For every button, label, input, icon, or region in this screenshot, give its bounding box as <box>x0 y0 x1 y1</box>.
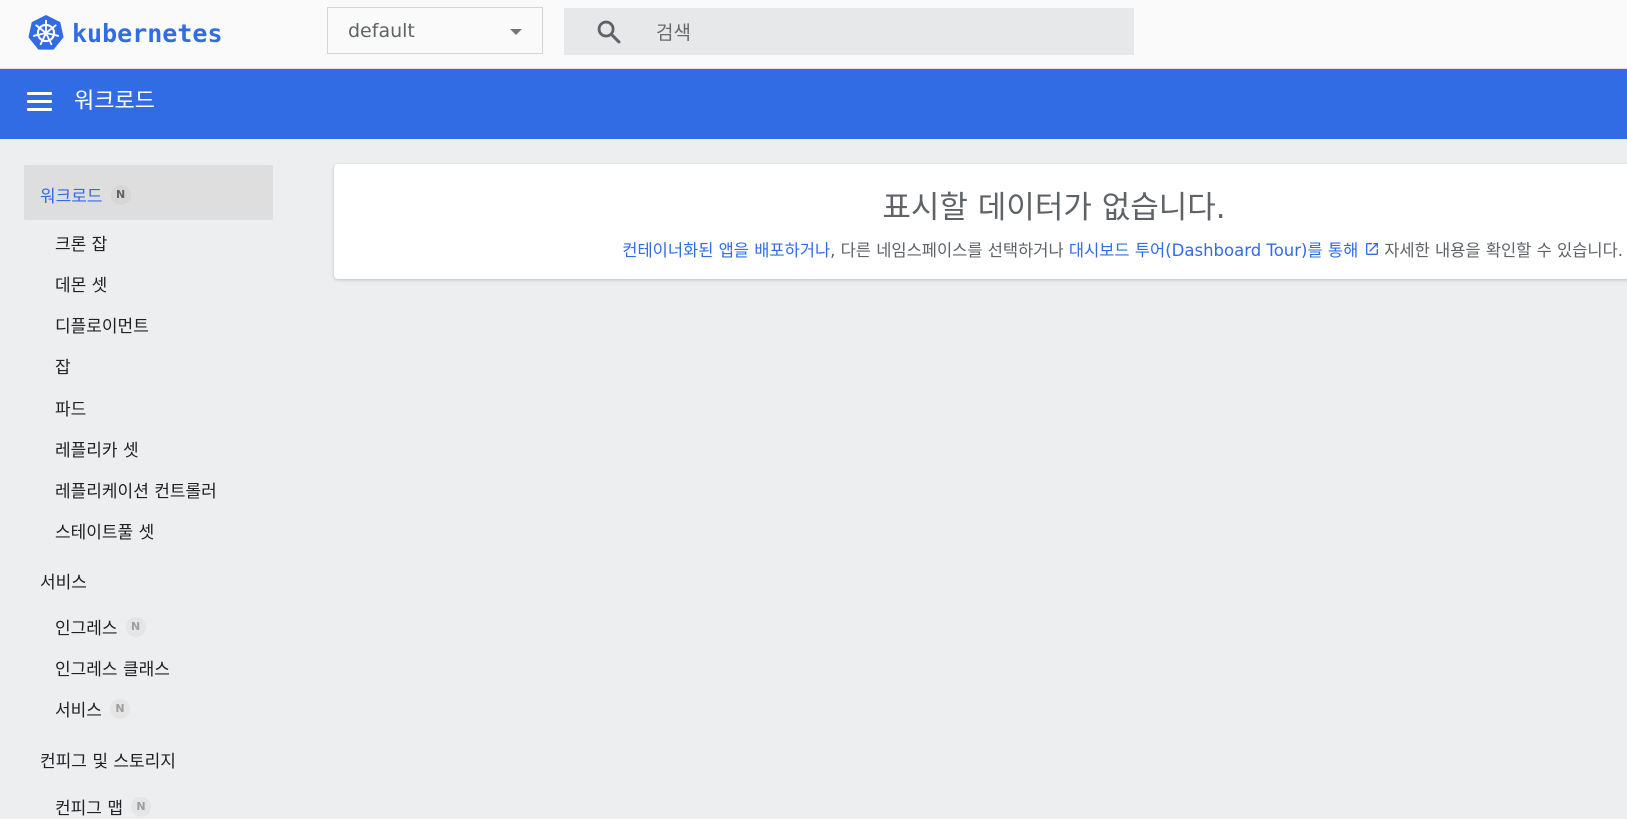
sidebar-item-ingressclasses[interactable]: 인그레스 클래스 <box>55 655 170 680</box>
empty-state-middle-text: , 다른 네임스페이스를 선택하거나 <box>830 241 1069 260</box>
deploy-app-link[interactable]: 컨테이너화된 앱을 배포하거나 <box>622 237 830 261</box>
sidebar-nav: 워크로드 N 크론 잡 데몬 셋 디플로이먼트 잡 파드 레플리카 셋 레플리케… <box>0 139 290 819</box>
sidebar-item-ingresses[interactable]: 인그레스 N <box>55 614 146 639</box>
dashboard-tour-link[interactable]: 대시보드 투어(Dashboard Tour)를 통해 <box>1069 237 1358 261</box>
menu-icon[interactable] <box>27 92 52 114</box>
sidebar-item-jobs[interactable]: 잡 <box>55 353 71 378</box>
sidebar-item-replicasets[interactable]: 레플리카 셋 <box>55 436 139 461</box>
namespace-select[interactable]: default <box>327 7 543 54</box>
search-bar <box>564 8 1134 57</box>
sidebar-item-configmaps[interactable]: 컨피그 맵 N <box>55 794 151 819</box>
sidebar-item-label: 레플리카 셋 <box>55 441 139 461</box>
sidebar-section-label: 컨피그 및 스토리지 <box>40 752 176 772</box>
sidebar-item-deployments[interactable]: 디플로이먼트 <box>55 312 149 337</box>
sidebar-item-label: 서비스 <box>55 701 102 721</box>
empty-state-description: 컨테이너화된 앱을 배포하거나 , 다른 네임스페이스를 선택하거나 대시보드 … <box>622 237 1623 261</box>
sidebar-section-config-storage[interactable]: 컨피그 및 스토리지 <box>40 747 176 772</box>
namespaced-badge: N <box>125 616 146 637</box>
search-icon[interactable] <box>595 18 623 46</box>
sidebar-item-statefulsets[interactable]: 스테이트풀 셋 <box>55 518 154 543</box>
namespaced-badge: N <box>130 796 151 817</box>
kubernetes-logo[interactable]: kubernetes <box>27 13 223 53</box>
logo-text: kubernetes <box>72 18 223 48</box>
empty-state-card: 표시할 데이터가 없습니다. 컨테이너화된 앱을 배포하거나 , 다른 네임스페… <box>334 164 1627 279</box>
namespaced-badge: N <box>109 698 130 719</box>
sidebar-item-label: 크론 잡 <box>55 235 108 255</box>
namespaced-badge: N <box>110 184 131 205</box>
empty-state-end-text: 자세한 내용을 확인할 수 있습니다. <box>1384 241 1623 260</box>
dropdown-arrow-icon <box>510 29 522 35</box>
sidebar-item-label: 레플리케이션 컨트롤러 <box>55 482 217 502</box>
sidebar-item-label: 워크로드 <box>40 187 103 207</box>
sidebar-section-services[interactable]: 서비스 <box>40 568 87 593</box>
sidebar-item-workloads-label[interactable]: 워크로드 N <box>40 182 131 207</box>
sidebar-section-label: 서비스 <box>40 573 87 593</box>
external-link-icon[interactable] <box>1364 241 1380 257</box>
namespace-value: default <box>348 19 415 42</box>
sidebar-item-cronjobs[interactable]: 크론 잡 <box>55 230 107 255</box>
top-bar: kubernetes default <box>0 0 1627 69</box>
sidebar-item-replicationcontrollers[interactable]: 레플리케이션 컨트롤러 <box>55 477 217 502</box>
sidebar-item-label: 스테이트풀 셋 <box>55 523 155 543</box>
kubernetes-helm-icon <box>28 14 64 50</box>
sidebar-item-label: 잡 <box>55 358 71 378</box>
page-title: 워크로드 <box>74 89 155 114</box>
sidebar-item-label: 데몬 셋 <box>55 276 108 296</box>
sidebar-item-daemonsets[interactable]: 데몬 셋 <box>55 271 107 296</box>
sidebar-item-label: 파드 <box>55 400 87 420</box>
sidebar-item-services[interactable]: 서비스 N <box>55 696 130 721</box>
sidebar-item-label: 인그레스 클래스 <box>55 660 170 680</box>
search-input[interactable] <box>654 8 1118 57</box>
sidebar-item-label: 인그레스 <box>55 619 118 639</box>
empty-state-title: 표시할 데이터가 없습니다. <box>882 190 1226 226</box>
sidebar-item-label: 컨피그 맵 <box>55 799 123 819</box>
sidebar-item-label: 디플로이먼트 <box>55 317 149 337</box>
page-header: 워크로드 <box>0 69 1627 139</box>
sidebar-item-pods[interactable]: 파드 <box>55 395 86 420</box>
